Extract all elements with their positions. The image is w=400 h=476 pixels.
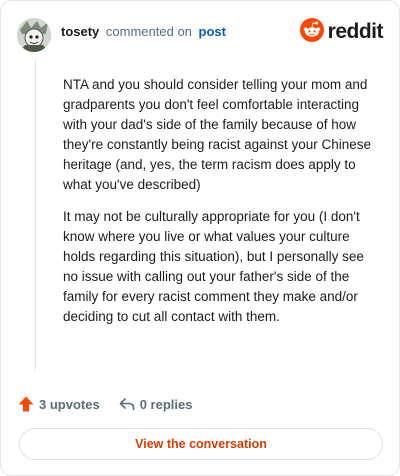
comment-header: tosety commented on post reddit bbox=[17, 15, 384, 55]
reddit-brand[interactable]: reddit bbox=[299, 17, 384, 47]
author-link[interactable]: tosety bbox=[61, 24, 99, 39]
reply-label: 0 replies bbox=[139, 396, 193, 412]
reddit-wordmark: reddit bbox=[327, 20, 384, 43]
thread-line bbox=[35, 59, 36, 371]
comment-paragraph: NTA and you should consider telling your… bbox=[63, 77, 371, 192]
post-link[interactable]: post bbox=[199, 24, 226, 39]
comment-footer: 3 upvotes 0 replies bbox=[17, 393, 192, 415]
comment-embed-card: tosety commented on post reddit NTA and … bbox=[0, 0, 400, 476]
byline-verb: commented on bbox=[105, 24, 192, 39]
upvote-arrow-icon bbox=[17, 395, 35, 413]
view-conversation-button[interactable]: View the conversation bbox=[19, 428, 383, 460]
comment-paragraph: It may not be culturally appropriate for… bbox=[63, 209, 364, 324]
reddit-logo-icon bbox=[299, 17, 324, 47]
comment-body: NTA and you should consider telling your… bbox=[63, 75, 381, 339]
comment-byline: tosety commented on post bbox=[61, 24, 226, 40]
upvote-label: 3 upvotes bbox=[39, 396, 100, 412]
reply-arrow-icon bbox=[118, 395, 136, 413]
reply-count[interactable]: 0 replies bbox=[118, 395, 193, 413]
upvote-count[interactable]: 3 upvotes bbox=[17, 395, 100, 413]
user-avatar[interactable] bbox=[17, 18, 51, 52]
